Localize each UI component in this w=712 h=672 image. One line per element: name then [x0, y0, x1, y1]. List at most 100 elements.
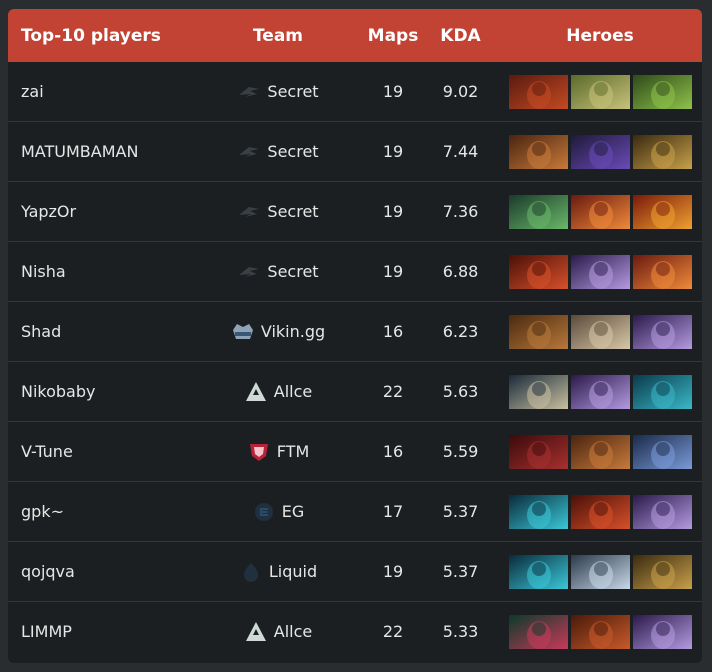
team-cell[interactable]: Secret [193, 202, 363, 222]
phoenix-portrait[interactable] [632, 194, 692, 229]
secret-logo-icon [237, 82, 261, 102]
header-maps[interactable]: Maps [363, 26, 423, 46]
void-spirit-portrait[interactable] [632, 314, 692, 349]
header-player[interactable]: Top-10 players [8, 26, 193, 46]
maps-count: 19 [382, 202, 404, 221]
table-row[interactable]: MATUMBAMAN Secret 19 7.44 [8, 121, 702, 181]
maps-count: 16 [382, 442, 404, 461]
void-spirit-portrait[interactable] [632, 614, 692, 649]
table-row[interactable]: YapzOr Secret 19 7.36 [8, 181, 702, 241]
player-name[interactable]: V-Tune [8, 442, 193, 461]
team-cell[interactable]: Allce [193, 621, 363, 642]
monkey-king-portrait[interactable] [632, 554, 692, 589]
table-row[interactable]: Nisha Secret 19 6.88 [8, 241, 702, 301]
eg-logo-icon [252, 502, 276, 522]
batrider-portrait[interactable] [508, 314, 568, 349]
table-row[interactable]: LIMMP Allce 22 5.33 [8, 601, 702, 661]
team-name: Vikin.gg [260, 322, 326, 341]
secret-logo-icon [237, 142, 261, 162]
ember-spirit-portrait[interactable] [508, 254, 568, 289]
heroes-cell [498, 314, 702, 349]
dark-willow-portrait[interactable] [508, 614, 568, 649]
team-cell[interactable]: EG [193, 502, 363, 522]
void-spirit-portrait[interactable] [570, 374, 630, 409]
team-name: Secret [267, 202, 319, 221]
team-cell[interactable]: FTM [193, 442, 363, 462]
table-row[interactable]: Shad Vikin.gg 16 6.23 [8, 301, 702, 361]
ember-spirit-portrait[interactable] [570, 494, 630, 529]
venomancer-portrait[interactable] [632, 74, 692, 109]
player-name[interactable]: gpk~ [8, 502, 193, 521]
table-row[interactable]: zai Secret 19 9.02 [8, 62, 702, 121]
team-name: Secret [267, 142, 319, 161]
header-kda[interactable]: KDA [423, 26, 498, 46]
kda-value: 5.63 [442, 382, 479, 401]
team-cell[interactable]: Secret [193, 142, 363, 162]
player-name[interactable]: zai [8, 82, 193, 101]
juggernaut-portrait[interactable] [570, 434, 630, 469]
table-body: zai Secret 19 9.02 MATUMBAMAN Secret 19 7.44 Yap… [8, 62, 702, 661]
team-name: Allce [273, 622, 313, 641]
underlord-portrait[interactable] [508, 194, 568, 229]
legion-commander-portrait[interactable] [508, 434, 568, 469]
table-row[interactable]: gpk~ EG 17 5.37 [8, 481, 702, 541]
maps-count: 22 [382, 382, 404, 401]
player-name[interactable]: Nikobaby [8, 382, 193, 401]
drow-ranger-portrait[interactable] [632, 434, 692, 469]
kda-value: 5.59 [442, 442, 479, 461]
kda-value: 7.44 [442, 142, 479, 161]
player-name[interactable]: YapzOr [8, 202, 193, 221]
team-name: EG [281, 502, 305, 521]
heroes-cell [498, 434, 702, 469]
table-row[interactable]: V-Tune FTM 16 5.59 [8, 421, 702, 481]
pangolier-portrait[interactable] [570, 314, 630, 349]
kda-value: 6.23 [442, 322, 479, 341]
player-name[interactable]: Shad [8, 322, 193, 341]
player-name[interactable]: MATUMBAMAN [8, 142, 193, 161]
heroes-cell [498, 554, 702, 589]
player-name[interactable]: LIMMP [8, 622, 193, 641]
team-cell[interactable]: Allce [193, 381, 363, 402]
void-spirit-portrait[interactable] [570, 254, 630, 289]
team-cell[interactable]: Secret [193, 262, 363, 282]
team-cell[interactable]: Liquid [193, 562, 363, 582]
team-cell[interactable]: Vikin.gg [193, 322, 363, 342]
bloodseeker-portrait[interactable] [508, 74, 568, 109]
brewmaster-portrait[interactable] [570, 74, 630, 109]
maps-count: 19 [382, 562, 404, 581]
table-row[interactable]: qojqva Liquid 19 5.37 [8, 541, 702, 601]
table-row[interactable]: Nikobaby Allce 22 5.63 [8, 361, 702, 421]
players-table: Top-10 players Team Maps KDA Heroes zai S… [8, 9, 702, 663]
monkey-king-portrait[interactable] [632, 134, 692, 169]
player-name[interactable]: qojqva [8, 562, 193, 581]
header-team[interactable]: Team [193, 26, 363, 46]
heroes-cell [498, 374, 702, 409]
anti-mage-portrait[interactable] [570, 134, 630, 169]
kda-value: 5.33 [442, 622, 479, 641]
void-spirit-portrait[interactable] [632, 494, 692, 529]
maps-count: 17 [382, 502, 404, 521]
lina-portrait[interactable] [632, 254, 692, 289]
kda-value: 5.37 [442, 502, 479, 521]
team-name: Allce [273, 382, 313, 401]
juggernaut-portrait[interactable] [508, 134, 568, 169]
table-header: Top-10 players Team Maps KDA Heroes [8, 9, 702, 62]
heroes-cell [498, 254, 702, 289]
morphling-portrait[interactable] [632, 374, 692, 409]
heroes-cell [498, 494, 702, 529]
team-cell[interactable]: Secret [193, 82, 363, 102]
heroes-cell [498, 74, 702, 109]
storm-spirit-portrait[interactable] [508, 494, 568, 529]
header-heroes[interactable]: Heroes [498, 26, 702, 46]
storm-spirit-portrait[interactable] [508, 554, 568, 589]
maps-count: 16 [382, 322, 404, 341]
player-name[interactable]: Nisha [8, 262, 193, 281]
secret-logo-icon [237, 202, 261, 222]
alliance-logo-icon [244, 381, 268, 402]
kda-value: 5.37 [442, 562, 479, 581]
heroes-cell [498, 614, 702, 649]
zeus-portrait[interactable] [570, 554, 630, 589]
lina-portrait[interactable] [570, 194, 630, 229]
dragon-knight-portrait[interactable] [570, 614, 630, 649]
mirana-portrait[interactable] [508, 374, 568, 409]
